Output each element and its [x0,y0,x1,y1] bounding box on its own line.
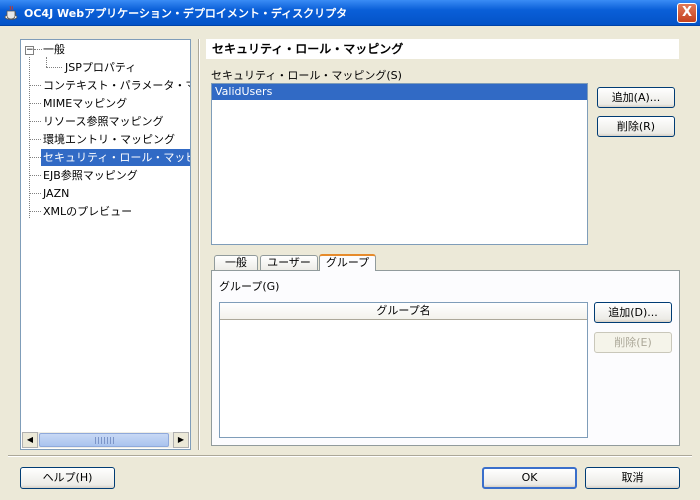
tree-item-general[interactable]: 一般 [41,41,67,58]
tab-users[interactable]: ユーザー [260,255,318,271]
close-button[interactable]: X [677,3,697,23]
tree-connector [29,157,41,158]
tree-connector [29,103,41,104]
tree-item-xml-preview[interactable]: XMLのプレビュー [41,203,134,220]
roles-label: セキュリティ・ロール・マッピング(S) [211,69,402,82]
tree-item-mime-mapping[interactable]: MIMEマッピング [41,95,129,112]
splitter[interactable] [198,39,200,450]
tab-general[interactable]: 一般 [214,255,258,271]
scroll-left-icon[interactable]: ◀ [22,432,38,448]
tree-item-context-param-mapping[interactable]: コンテキスト・パラメータ・マッピング [41,77,190,94]
tree-connector [29,139,41,140]
scroll-thumb[interactable] [39,433,169,447]
delete-role-button[interactable]: 削除(R) [597,116,675,137]
add-role-button[interactable]: 追加(A)... [597,87,675,108]
window-title: OC4J Webアプリケーション・デプロイメント・ディスクリプタ [24,6,348,20]
tree-connector [29,193,41,194]
column-header-group-name[interactable]: グループ名 [220,303,587,320]
tree-connector [46,57,47,67]
tree-item-env-entry-mapping[interactable]: 環境エントリ・マッピング [41,131,177,148]
delete-group-button: 削除(E) [594,332,672,353]
title-bar: OC4J Webアプリケーション・デプロイメント・ディスクリプタ X [0,0,700,26]
horizontal-scrollbar[interactable]: ◀ ▶ [22,432,189,448]
tree-item-resource-ref-mapping[interactable]: リソース参照マッピング [41,113,165,130]
navigation-tree: − 一般 JSPプロパティ コンテキスト・パラメータ・マッピング MIMEマッピ… [20,39,191,450]
list-item[interactable]: ValidUsers [212,84,587,100]
groups-label: グループ(G) [219,280,280,293]
tree-item-ejb-ref-mapping[interactable]: EJB参照マッピング [41,167,140,184]
scroll-grip-icon [95,437,115,444]
cancel-button[interactable]: 取消 [585,467,680,489]
tree-connector [29,121,41,122]
tree-item-security-role-mapping[interactable]: セキュリティ・ロール・マッピング [41,149,190,166]
tree-connector [29,211,41,212]
java-cup-icon [4,5,18,20]
tree-connector [29,175,41,176]
security-role-list[interactable]: ValidUsers [211,83,588,245]
footer-divider [8,455,692,457]
tab-groups[interactable]: グループ [319,254,376,271]
scroll-right-icon[interactable]: ▶ [173,432,189,448]
tree-item-jazn[interactable]: JAZN [41,185,71,202]
tree-item-jsp-properties[interactable]: JSPプロパティ [63,59,138,76]
groups-table[interactable]: グループ名 [219,302,588,438]
ok-button[interactable]: OK [482,467,577,489]
tree-connector [46,67,62,68]
collapse-icon[interactable]: − [25,46,34,55]
section-title: セキュリティ・ロール・マッピング [206,39,679,59]
tree-connector [29,85,41,86]
add-group-button[interactable]: 追加(D)... [594,302,672,323]
help-button[interactable]: ヘルプ(H) [20,467,115,489]
